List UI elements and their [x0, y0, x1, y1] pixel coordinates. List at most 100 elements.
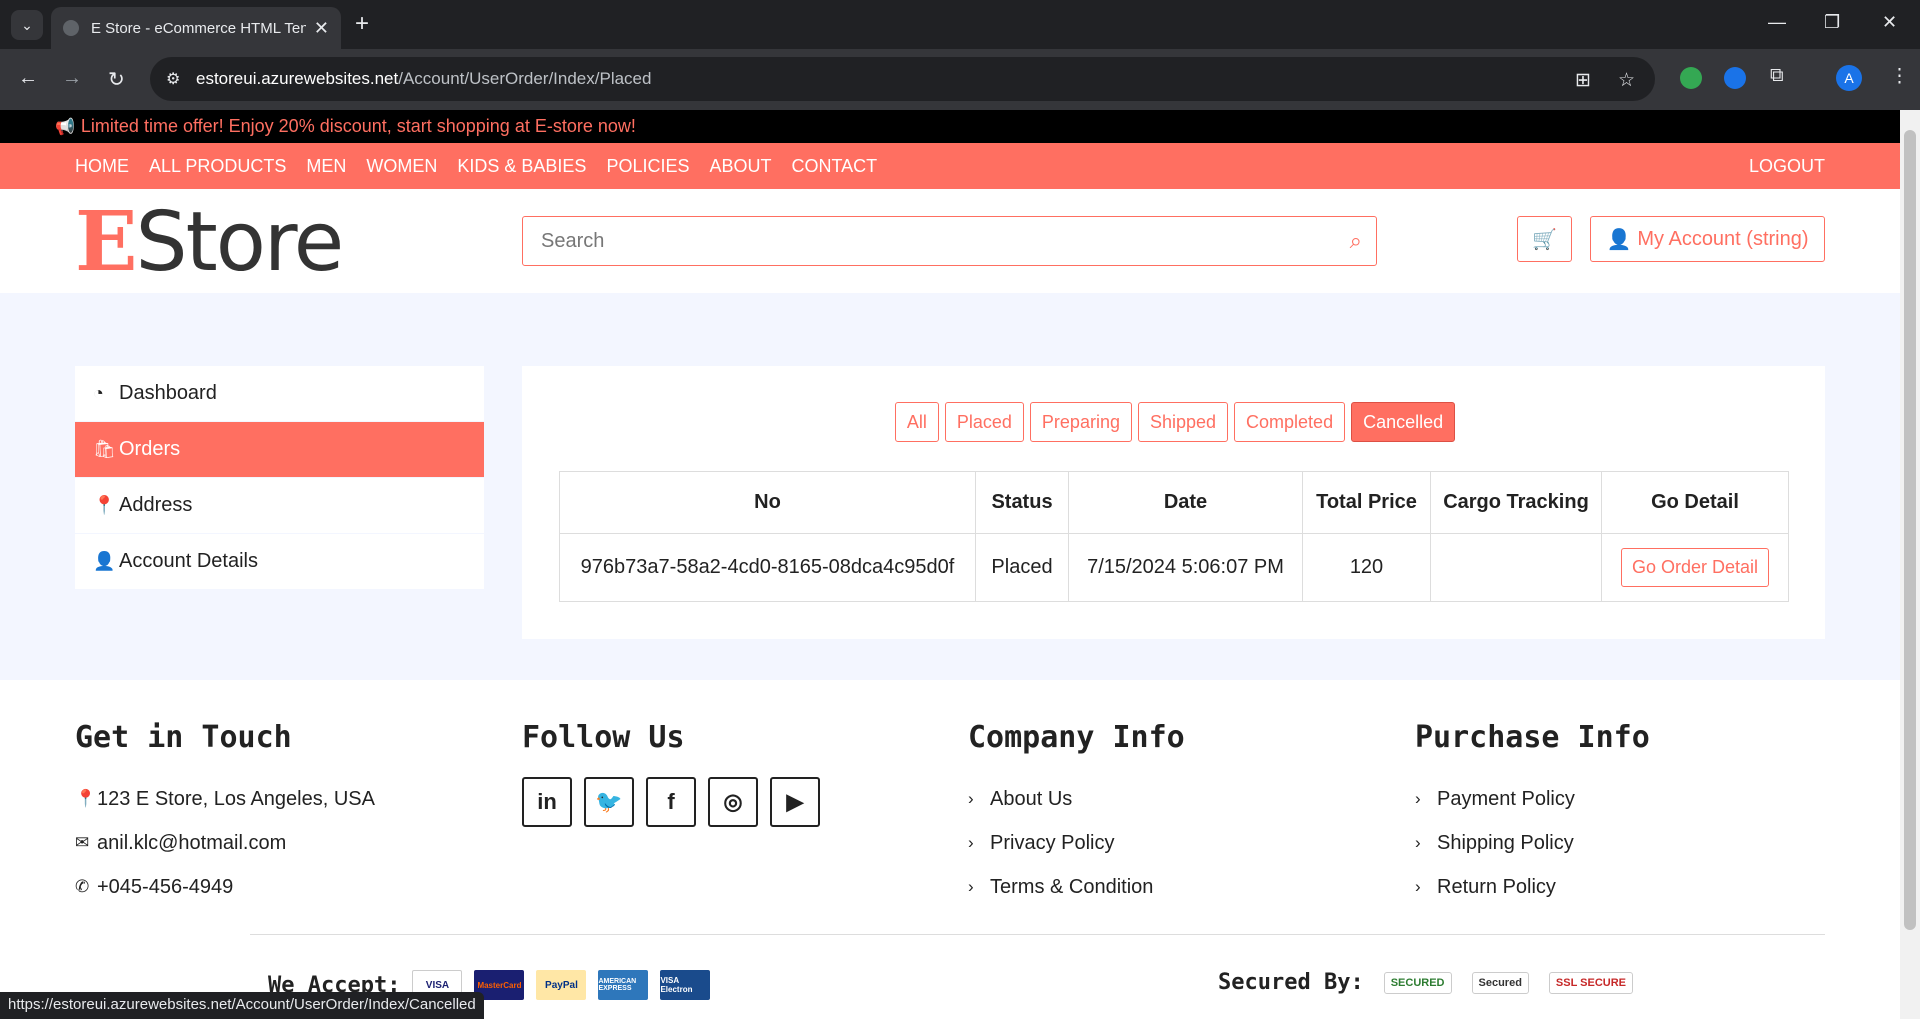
footer-link-about-us[interactable]: › About Us	[968, 777, 1185, 821]
facebook-icon[interactable]: f	[646, 777, 696, 827]
url-path: /Account/UserOrder/Index/Placed	[398, 69, 652, 88]
filter-cancelled-button[interactable]: Cancelled	[1351, 402, 1456, 442]
footer-address-text: 123 E Store, Los Angeles, USA	[97, 787, 375, 810]
sidebar-item-orders[interactable]: 🛍 Orders	[75, 422, 484, 477]
my-account-button[interactable]: 👤 My Account (string)	[1590, 216, 1825, 262]
browser-tab[interactable]: E Store - eCommerce HTML Ten ✕	[51, 7, 341, 49]
footer-link-terms[interactable]: › Terms & Condition	[968, 865, 1185, 909]
sidebar-item-label: Dashboard	[119, 382, 217, 404]
sidebar-item-label: Address	[119, 494, 193, 516]
browser-menu-icon[interactable]: ⋮	[1890, 65, 1909, 88]
site-header: EStore Search ⌕ 🛒 👤 My Account (string)	[0, 189, 1900, 293]
search-icon[interactable]: ⌕	[1350, 228, 1362, 254]
tab-search-button[interactable]: ⌄	[11, 10, 43, 40]
footer-heading: Follow Us	[522, 720, 685, 755]
browser-tabbar: ⌄ E Store - eCommerce HTML Ten ✕ + — ❐ ✕	[0, 0, 1920, 49]
footer-link-label: Payment Policy	[1437, 787, 1575, 810]
address-bar[interactable]: ⚙ estoreui.azurewebsites.net/Account/Use…	[150, 57, 1655, 101]
extension-infinity-icon[interactable]	[1724, 67, 1746, 89]
translate-icon[interactable]: ⊞	[1575, 69, 1591, 92]
chevron-right-icon: ›	[1415, 833, 1421, 852]
table-row: 976b73a7-58a2-4cd0-8165-08dca4c95d0f Pla…	[559, 533, 1789, 602]
nav-logout[interactable]: LOGOUT	[1749, 156, 1825, 177]
promo-banner: 📢 Limited time offer! Enjoy 20% discount…	[0, 110, 1900, 143]
orders-table: No Status Date Total Price Cargo Trackin…	[559, 471, 1789, 602]
column-header-go-detail: Go Detail	[1601, 471, 1789, 534]
column-header-no: No	[559, 471, 976, 534]
status-bar-url: https://estoreui.azurewebsites.net/Accou…	[0, 992, 484, 1019]
scrollbar-thumb[interactable]	[1904, 130, 1916, 930]
nav-all-products[interactable]: ALL PRODUCTS	[149, 156, 286, 177]
nav-policies[interactable]: POLICIES	[606, 156, 689, 177]
order-action-cell: Go Order Detail	[1601, 533, 1789, 602]
footer-heading: Purchase Info	[1415, 720, 1650, 755]
envelope-icon: ✉	[75, 833, 90, 852]
footer-link-payment-policy[interactable]: › Payment Policy	[1415, 777, 1650, 821]
filter-shipped-button[interactable]: Shipped	[1137, 402, 1229, 442]
chevron-right-icon: ›	[1415, 789, 1421, 808]
go-order-detail-button[interactable]: Go Order Detail	[1620, 548, 1770, 587]
sidebar-item-account-details[interactable]: 👤 Account Details	[75, 534, 484, 589]
chevron-right-icon: ›	[968, 789, 974, 808]
nav-men[interactable]: MEN	[306, 156, 346, 177]
footer-link-shipping-policy[interactable]: › Shipping Policy	[1415, 821, 1650, 865]
footer-link-label: Return Policy	[1437, 875, 1556, 898]
nav-about[interactable]: ABOUT	[709, 156, 771, 177]
page-scrollbar[interactable]	[1900, 110, 1920, 1019]
footer-link-privacy-policy[interactable]: › Privacy Policy	[968, 821, 1185, 865]
footer-link-label: Shipping Policy	[1437, 831, 1574, 854]
search-input[interactable]: Search ⌕	[522, 216, 1377, 266]
footer-phone-text: +045-456-4949	[97, 875, 234, 898]
footer-heading: Company Info	[968, 720, 1185, 755]
footer-link-label: About Us	[990, 787, 1073, 810]
order-date: 7/15/2024 5:06:07 PM	[1068, 533, 1303, 602]
nav-women[interactable]: WOMEN	[366, 156, 437, 177]
new-tab-button[interactable]: +	[355, 10, 369, 38]
footer-email-text: anil.klc@hotmail.com	[97, 831, 287, 854]
filter-all-button[interactable]: All	[894, 402, 939, 442]
order-number: 976b73a7-58a2-4cd0-8165-08dca4c95d0f	[559, 533, 976, 602]
footer-phone[interactable]: ✆ +045-456-4949	[75, 865, 375, 909]
megaphone-icon: 📢	[55, 118, 75, 136]
close-window-icon[interactable]: ✕	[1882, 12, 1897, 33]
ssl-secure-seal-icon: SSL SECURE	[1548, 971, 1634, 994]
nav-home[interactable]: HOME	[75, 156, 129, 177]
restore-icon[interactable]: ❐	[1824, 12, 1840, 33]
site-info-icon[interactable]: ⚙	[166, 69, 180, 89]
extensions-puzzle-icon[interactable]: ⧉	[1770, 65, 1784, 87]
filter-placed-button[interactable]: Placed	[944, 402, 1024, 442]
footer-link-return-policy[interactable]: › Return Policy	[1415, 865, 1650, 909]
visa-electron-icon: VISA Electron	[660, 970, 711, 1000]
instagram-icon[interactable]: ◎	[708, 777, 758, 827]
map-marker-icon: 📍	[75, 789, 97, 808]
twitter-icon[interactable]: 🐦	[584, 777, 634, 827]
chevron-right-icon: ›	[1415, 877, 1421, 896]
profile-avatar[interactable]: A	[1836, 65, 1862, 91]
filter-preparing-button[interactable]: Preparing	[1029, 402, 1132, 442]
extension-shield-icon[interactable]	[1680, 67, 1702, 89]
tab-close-icon[interactable]: ✕	[314, 18, 329, 39]
secured-by-label: Secured By:	[1218, 970, 1364, 995]
nav-kids-babies[interactable]: KIDS & BABIES	[457, 156, 586, 177]
sidebar-item-dashboard[interactable]: ◔ Dashboard	[75, 366, 484, 421]
account-sidebar: ◔ Dashboard 🛍 Orders 📍 Address 👤 Account…	[75, 366, 484, 590]
paypal-secured-seal-icon: Secured	[1471, 971, 1529, 994]
footer-link-label: Terms & Condition	[990, 875, 1154, 898]
column-header-cargo-tracking: Cargo Tracking	[1430, 471, 1602, 534]
youtube-icon[interactable]: ▶	[770, 777, 820, 827]
bookmark-star-icon[interactable]: ☆	[1618, 69, 1635, 92]
filter-completed-button[interactable]: Completed	[1234, 402, 1346, 442]
table-header-row: No Status Date Total Price Cargo Trackin…	[559, 471, 1789, 534]
cart-button[interactable]: 🛒	[1517, 216, 1572, 262]
minimize-icon[interactable]: —	[1768, 12, 1786, 33]
back-icon[interactable]: ←	[18, 67, 38, 90]
secured-seal-icon: SECURED	[1383, 971, 1452, 994]
footer-email[interactable]: ✉ anil.klc@hotmail.com	[75, 821, 375, 865]
linkedin-icon[interactable]: in	[522, 777, 572, 827]
forward-icon[interactable]: →	[62, 67, 82, 90]
nav-contact[interactable]: CONTACT	[791, 156, 877, 177]
estore-logo[interactable]: EStore	[75, 201, 344, 284]
reload-icon[interactable]: ↻	[108, 67, 125, 92]
sidebar-item-address[interactable]: 📍 Address	[75, 478, 484, 533]
phone-icon: ✆	[75, 877, 90, 896]
